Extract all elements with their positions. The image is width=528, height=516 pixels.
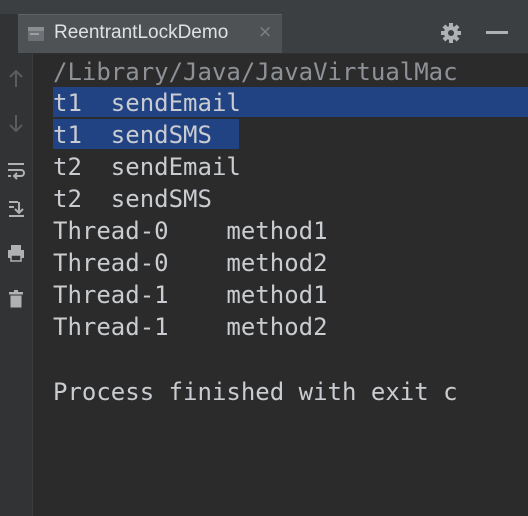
console-line: Thread-1 method2 [53,313,328,341]
console-toolbar [0,54,32,516]
console-line: t1 sendEmail [53,89,241,117]
run-config-icon [27,25,45,43]
gear-icon[interactable] [440,22,462,44]
arrow-down-icon[interactable] [0,110,32,138]
run-console-window: ReentrantLockDemo × /Library/Java/JavaVi… [0,0,528,516]
console-line: Process finished with exit c [53,378,458,406]
console-line: Thread-0 method2 [53,249,328,277]
console-output[interactable]: /Library/Java/JavaVirtualMac t1 sendEmai… [33,54,528,516]
console-line: t2 sendEmail [53,153,241,181]
minimize-icon[interactable] [486,31,508,34]
tab-reentrantlockdemo[interactable]: ReentrantLockDemo × [18,14,282,53]
tab-label: ReentrantLockDemo [54,22,229,43]
soft-wrap-icon[interactable] [0,158,32,186]
scroll-to-end-icon[interactable] [0,196,32,224]
arrow-up-icon[interactable] [0,66,32,94]
console-line: t1 sendSMS [53,121,212,149]
console-line: Thread-1 method1 [53,281,328,309]
console-line: /Library/Java/JavaVirtualMac [53,58,458,86]
tab-bar-strip [0,14,18,53]
console-line: t2 sendSMS [53,185,212,213]
close-icon[interactable]: × [258,22,272,42]
tab-bar: ReentrantLockDemo × [0,0,528,54]
console-line: Thread-0 method1 [53,217,328,245]
trash-icon[interactable] [0,286,32,314]
print-icon[interactable] [0,240,32,268]
